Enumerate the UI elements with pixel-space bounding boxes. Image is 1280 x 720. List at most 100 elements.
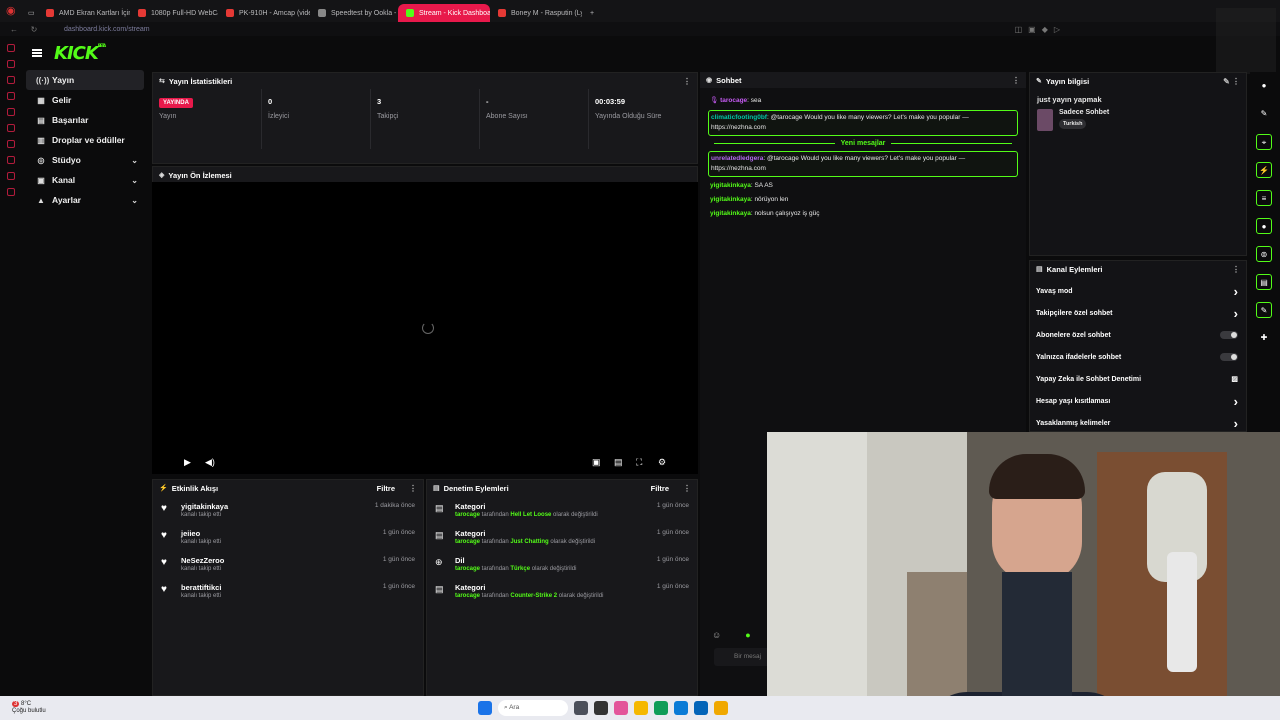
activity-user[interactable]: berattiftikci <box>181 583 221 592</box>
channel-action-row[interactable]: Abonelere özel sohbet <box>1030 324 1246 346</box>
pencil-icon[interactable]: ✎ <box>1256 106 1272 122</box>
chevron-down-icon[interactable]: ⌄ <box>131 156 138 165</box>
folder-icon[interactable] <box>634 701 648 715</box>
more-icon[interactable]: ⋮ <box>1232 265 1240 274</box>
chat-username[interactable]: yigitakinkaya <box>710 210 751 217</box>
chat-message[interactable]: yigitakinkaya: nolsun çalışıyoz iş güç <box>700 207 1026 221</box>
chat-input[interactable]: Bir mesaj <box>714 648 774 666</box>
yandex-icon[interactable] <box>714 701 728 715</box>
sidebar-item-5[interactable]: ▣ Kanal ⌄ <box>26 170 144 190</box>
strip-icon[interactable] <box>7 124 15 132</box>
shield-icon[interactable]: ◆ <box>1042 25 1048 34</box>
chevron-right-icon[interactable]: › <box>1234 284 1238 299</box>
chevron-down-icon[interactable]: ⌄ <box>131 176 138 185</box>
app-icon[interactable] <box>614 701 628 715</box>
broadcast-icon[interactable]: ⊚ <box>1256 246 1272 262</box>
refresh-icon[interactable]: ↻ <box>28 25 40 34</box>
info-icon[interactable]: ● <box>1256 78 1272 94</box>
store-icon[interactable] <box>674 701 688 715</box>
chevron-right-icon[interactable]: › <box>1234 416 1238 431</box>
plus-icon[interactable]: ✚ <box>1256 330 1272 346</box>
channel-action-row[interactable]: Takipçilere özel sohbet › <box>1030 302 1246 324</box>
chat-message[interactable]: climaticfooting0bf: @tarocage Would you … <box>708 110 1018 136</box>
taskview-icon[interactable] <box>594 701 608 715</box>
strip-icon[interactable] <box>7 60 15 68</box>
moderation-user[interactable]: tarocage <box>455 566 480 572</box>
tab-menu-icon[interactable]: ▭ <box>20 4 38 22</box>
lightning-icon[interactable]: ⚡ <box>1256 162 1272 178</box>
chat-username[interactable]: yigitakinkaya <box>710 182 751 189</box>
more-icon[interactable]: ⋮ <box>683 77 691 86</box>
moderation-row[interactable]: ▤ Kategori tarocage tarafından Hell Let Lo… <box>427 496 697 523</box>
strip-icon[interactable] <box>7 108 15 116</box>
activity-user[interactable]: jeiieo <box>181 529 221 538</box>
moderation-row[interactable]: ▤ Kategori tarocage tarafından Counter-Str… <box>427 577 697 604</box>
chevron-right-icon[interactable]: › <box>1234 394 1238 409</box>
stream-preview[interactable]: ▶ ◀) ▣ ▤ ⛶ ⚙ <box>152 182 698 474</box>
browser-tab[interactable]: Boney M - Rasputin (Lyric <box>490 4 582 22</box>
sidebar-icon[interactable]: ▣ <box>1028 25 1036 34</box>
play-icon[interactable]: ▶ <box>184 457 191 468</box>
activity-row[interactable]: ♥ berattiftikci kanalı takip etti 1 gün önc… <box>153 577 423 604</box>
weather-widget[interactable]: 3 8°C Çoğu bulutlu <box>12 701 46 715</box>
activity-row[interactable]: ♥ jeiieo kanalı takip etti 1 gün önce <box>153 523 423 550</box>
more-icon[interactable]: ⋮ <box>683 484 691 493</box>
chevron-down-icon[interactable]: ⌄ <box>131 196 138 205</box>
more-icon[interactable]: ⋮ <box>409 484 417 493</box>
list-icon[interactable]: ≡ <box>1256 190 1272 206</box>
activity-user[interactable]: NeSezZeroo <box>181 556 224 565</box>
kick-logo[interactable]: KICKBETA <box>54 43 106 64</box>
chat-bubble-icon[interactable]: ● <box>1256 218 1272 234</box>
chat-username[interactable]: tarocage <box>720 97 747 104</box>
strip-icon[interactable] <box>7 156 15 164</box>
mail-icon[interactable] <box>694 701 708 715</box>
url-field[interactable]: dashboard.kick.com/stream <box>64 26 150 33</box>
sidebar-item-1[interactable]: ▦ Gelir <box>26 90 144 110</box>
strip-icon[interactable] <box>7 140 15 148</box>
taskbar-search[interactable]: ⌕ Ara <box>498 700 568 716</box>
new-tab-button[interactable]: + <box>582 4 602 22</box>
chat-message[interactable]: 🎙 tarocage: sea <box>700 94 1026 108</box>
channel-action-row[interactable]: Yapay Zeka ile Sohbet Denetimi ▨ <box>1030 368 1246 390</box>
sidebar-item-6[interactable]: ▲ Ayarlar ⌄ <box>26 190 144 210</box>
emoji-icon[interactable]: ☺ <box>712 630 721 640</box>
activity-filter-button[interactable]: Filtre <box>377 484 395 493</box>
browser-tab[interactable]: 1080p Full-HD WebCam <box>130 4 218 22</box>
theater-icon[interactable]: ▤ <box>614 457 623 468</box>
settings-gear-icon[interactable]: ⚙ <box>658 457 666 468</box>
activity-user[interactable]: yigitakinkaya <box>181 502 228 511</box>
start-icon[interactable] <box>478 701 492 715</box>
strip-icon[interactable] <box>7 188 15 196</box>
pip-icon[interactable]: ▣ <box>592 457 601 468</box>
channel-action-row[interactable]: Yalnızca ifadelerle sohbet <box>1030 346 1246 368</box>
browser-tab[interactable]: Speedtest by Ookla - The <box>310 4 398 22</box>
strip-icon[interactable] <box>7 92 15 100</box>
activity-row[interactable]: ♥ yigitakinkaya kanalı takip etti 1 dakika … <box>153 496 423 523</box>
kick-emote-icon[interactable]: ● <box>745 630 750 640</box>
channel-action-row[interactable]: Yasaklanmış kelimeler › <box>1030 412 1246 431</box>
strip-icon[interactable] <box>7 172 15 180</box>
chart-icon[interactable]: ▨ <box>1231 375 1238 383</box>
sidebar-item-4[interactable]: ◎ Stüdyo ⌄ <box>26 150 144 170</box>
chat-username[interactable]: yigitakinkaya <box>710 196 751 203</box>
chevron-right-icon[interactable]: › <box>1234 306 1238 321</box>
activity-row[interactable]: ♥ NeSezZeroo kanalı takip etti 1 gün önce <box>153 550 423 577</box>
strip-icon[interactable] <box>7 44 15 52</box>
edit-icon[interactable]: ✎ ⋮ <box>1223 77 1240 86</box>
browser-tab[interactable]: PK-910H - Amcap (video <box>218 4 310 22</box>
target-icon[interactable]: ⌖ <box>1256 134 1272 150</box>
sidebar-item-3[interactable]: ▥ Droplar ve ödüller <box>26 130 144 150</box>
menu-icon[interactable] <box>32 49 42 57</box>
chat-message[interactable]: yigitakinkaya: SA AS <box>700 179 1026 193</box>
extensions-icon[interactable]: ◫ <box>1015 25 1023 34</box>
browser-tab[interactable]: Stream - Kick Dashboard <box>398 4 490 22</box>
back-icon[interactable]: ← <box>8 25 20 34</box>
strip-icon[interactable] <box>7 76 15 84</box>
panel-icon[interactable]: ▤ <box>1256 274 1272 290</box>
more-icon[interactable]: ⋮ <box>1012 76 1020 85</box>
moderation-user[interactable]: tarocage <box>455 539 480 545</box>
category-name[interactable]: Sadece Sohbet <box>1059 109 1109 116</box>
channel-action-row[interactable]: Hesap yaşı kısıtlaması › <box>1030 390 1246 412</box>
browser-tab[interactable]: AMD Ekran Kartları İçin O <box>38 4 130 22</box>
game-icon[interactable] <box>574 701 588 715</box>
